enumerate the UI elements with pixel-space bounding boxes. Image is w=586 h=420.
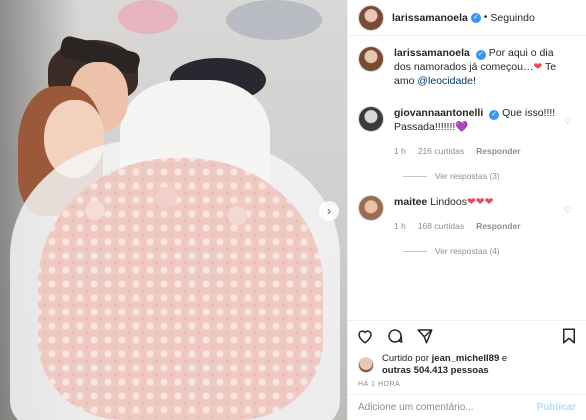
header-username[interactable]: larissamanoela [392, 12, 468, 24]
chevron-right-icon: › [327, 204, 331, 218]
reply-button[interactable]: Responder [476, 219, 520, 233]
caption-end: ! [472, 75, 476, 87]
silver-ears-decoration [226, 0, 322, 40]
post-actions [348, 320, 586, 350]
caption-row: larissamanoela ✓ Por aqui o dia dos namo… [358, 46, 576, 88]
avatar[interactable] [358, 195, 384, 221]
comment-input[interactable]: Adicione um comentário... [358, 402, 474, 413]
comment-username[interactable]: maitee [394, 196, 427, 208]
avatar[interactable] [358, 357, 374, 373]
comments-list: larissamanoela ✓ Por aqui o dia dos namo… [348, 36, 586, 320]
verified-icon: ✓ [475, 50, 486, 60]
comment-likes[interactable]: 168 curtidas [418, 219, 464, 233]
follow-status-button[interactable]: Seguindo [490, 12, 534, 24]
comment-time[interactable]: 1 h [394, 144, 406, 158]
caption-username[interactable]: larissamanoela [394, 47, 470, 59]
add-comment-bar: Adicione um comentário... Publicar [348, 394, 586, 420]
post-header: larissamanoela ✓ • Seguindo [348, 0, 586, 36]
publish-button[interactable]: Publicar [537, 402, 576, 413]
heart-icon[interactable] [356, 327, 374, 345]
likes-mid: e [499, 353, 508, 364]
liker-username[interactable]: jean_michell89 [432, 353, 500, 364]
comment-row: maitee Lindoos❤❤❤ 1 h 168 curtidas Respo… [358, 195, 576, 233]
comment-time[interactable]: 1 h [394, 219, 406, 233]
red-hearts-emoji-icon: ❤❤❤ [466, 196, 494, 208]
replies-line [403, 175, 427, 177]
verified-icon: ✓ [470, 12, 481, 23]
likes-prefix: Curtido por [382, 353, 429, 364]
view-replies-button[interactable]: Ver respostas (4) [403, 246, 576, 256]
separator-dot: • [483, 12, 488, 23]
likes-text: Curtido por jean_michell89 e outras 504.… [382, 353, 507, 377]
verified-icon: ✓ [489, 110, 500, 120]
others-count[interactable]: outras 504.413 pessoas [382, 365, 489, 376]
minnie-ears-decoration [118, 0, 178, 34]
comment-row: giovannaantonelli ✓ Que isso!!!! Passada… [358, 106, 576, 158]
instagram-post: › larissamanoela ✓ • Seguindo larissaman… [0, 0, 586, 420]
post-timestamp[interactable]: HÁ 1 HORA [348, 380, 586, 394]
next-photo-button[interactable]: › [319, 201, 339, 221]
view-replies-button[interactable]: Ver respostas (3) [403, 171, 576, 181]
comment-text: Lindoos [430, 196, 467, 208]
avatar[interactable] [358, 46, 384, 72]
post-sidebar: larissamanoela ✓ • Seguindo larissamanoe… [347, 0, 586, 420]
comment-icon[interactable] [386, 327, 404, 345]
view-replies-label: Ver respostas (3) [435, 171, 500, 181]
like-comment-heart-icon[interactable]: ♡ [564, 205, 572, 216]
avatar[interactable] [358, 4, 384, 31]
caption-text: larissamanoela ✓ Por aqui o dia dos namo… [394, 46, 572, 88]
red-heart-emoji-icon: ❤ [533, 61, 543, 73]
view-replies-label: Ver respostas (4) [435, 246, 500, 256]
bookmark-icon[interactable] [560, 327, 578, 345]
comment-username[interactable]: giovannaantonelli [394, 107, 483, 119]
comment-meta: 1 h 216 curtidas Responder [394, 144, 572, 158]
comment-likes[interactable]: 216 curtidas [418, 144, 464, 158]
share-icon[interactable] [416, 327, 434, 345]
like-comment-heart-icon[interactable]: ♡ [564, 116, 572, 127]
comment-meta: 1 h 168 curtidas Responder [394, 219, 572, 233]
comment-body: maitee Lindoos❤❤❤ 1 h 168 curtidas Respo… [394, 195, 572, 233]
caption-mention-link[interactable]: @leocidade [417, 75, 473, 87]
replies-line [403, 250, 427, 252]
likes-summary: Curtido por jean_michell89 e outras 504.… [348, 350, 586, 380]
comment-body: giovannaantonelli ✓ Que isso!!!! Passada… [394, 106, 572, 158]
purple-heart-emoji-icon: 💜 [455, 121, 469, 133]
post-photo[interactable]: › [0, 0, 347, 420]
reply-button[interactable]: Responder [476, 144, 520, 158]
rose-bouquet [38, 158, 323, 420]
avatar[interactable] [358, 106, 384, 132]
